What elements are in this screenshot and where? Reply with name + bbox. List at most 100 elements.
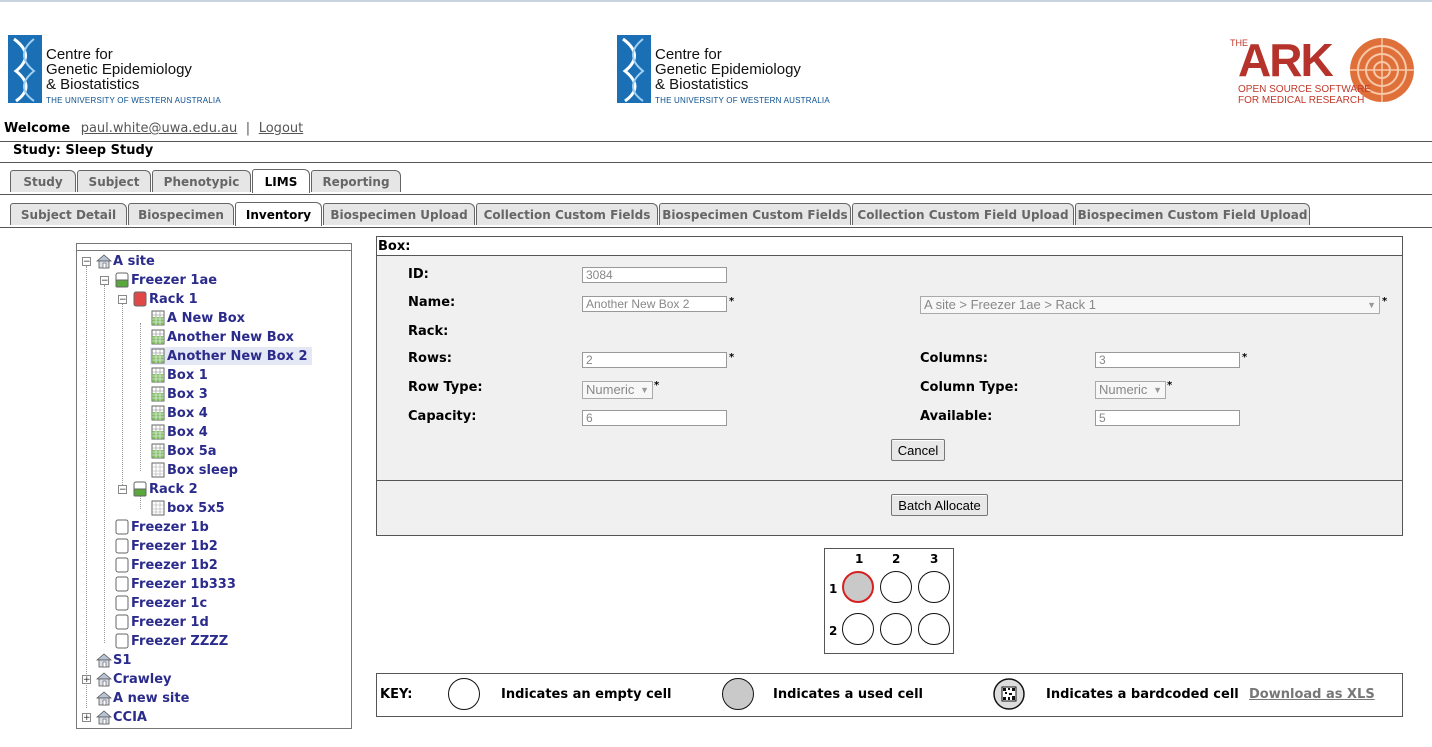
tab-collection-custom-fields[interactable]: Collection Custom Fields (476, 203, 658, 225)
tab-biospecimen-custom-fields[interactable]: Biospecimen Custom Fields (659, 203, 851, 225)
tree-node-box[interactable]: Box sleep (150, 461, 238, 479)
expand-toggle[interactable]: + (82, 713, 91, 723)
rows-field[interactable]: 2 (582, 352, 727, 368)
grid-cell-empty[interactable] (880, 613, 912, 645)
tree-node-freezer[interactable]: Freezer 1ae (114, 271, 217, 289)
available-field[interactable]: 5 (1095, 410, 1240, 426)
tree-node-freezer[interactable]: Freezer 1c (114, 594, 207, 612)
dna-logo-icon (617, 35, 651, 103)
tree-node-box[interactable]: Box 4 (150, 404, 208, 422)
tree-node-box-selected[interactable]: Another New Box 2 (150, 347, 312, 365)
tab-subject[interactable]: Subject (77, 170, 151, 192)
expand-toggle[interactable]: + (82, 675, 91, 685)
study-bar: Study: Sleep Study (0, 141, 1432, 163)
tab-biospecimen-upload[interactable]: Biospecimen Upload (323, 203, 475, 225)
freezer-icon (114, 538, 130, 554)
tree-node-box[interactable]: Another New Box (150, 328, 294, 346)
freezer-icon (114, 557, 130, 573)
tree-node-box[interactable]: box 5x5 (150, 499, 225, 517)
panel-title: Box: (378, 239, 411, 254)
required-marker: * (729, 296, 735, 307)
rack-label: Rack: (408, 324, 449, 339)
rack-select[interactable]: A site > Freezer 1ae > Rack 1 ▼ (920, 296, 1380, 314)
collapse-toggle[interactable]: − (100, 276, 109, 286)
tab-inventory[interactable]: Inventory (235, 202, 322, 226)
window-top-border (0, 0, 1432, 2)
key-empty-text: Indicates an empty cell (501, 687, 672, 702)
row-type-select[interactable]: Numeric ▼ (582, 381, 653, 399)
tree-node-box[interactable]: Box 1 (150, 366, 208, 384)
collapse-toggle[interactable]: − (118, 485, 127, 495)
tree-node-box[interactable]: A New Box (150, 309, 245, 327)
box-icon (150, 443, 166, 459)
columns-field[interactable]: 3 (1095, 352, 1240, 368)
column-label: 1 (855, 552, 864, 566)
box-icon (150, 329, 166, 345)
tree-node-site[interactable]: S1 (96, 651, 131, 669)
tab-phenotypic[interactable]: Phenotypic (152, 170, 251, 192)
tab-collection-custom-field-upload[interactable]: Collection Custom Field Upload (852, 203, 1074, 225)
tab-biospecimen-custom-field-upload[interactable]: Biospecimen Custom Field Upload (1075, 203, 1310, 225)
site-icon (96, 709, 112, 725)
tree-node-site[interactable]: A new site (96, 689, 189, 707)
user-email-link[interactable]: paul.white@uwa.edu.au (81, 121, 238, 136)
logo-line-2: Genetic Epidemiology (655, 61, 801, 78)
tree-node-box[interactable]: Box 3 (150, 385, 208, 403)
tab-subject-detail[interactable]: Subject Detail (10, 203, 127, 225)
tree-node-freezer[interactable]: Freezer ZZZZ (114, 632, 228, 650)
site-icon (96, 652, 112, 668)
tree-node-freezer[interactable]: Freezer 1b2 (114, 556, 218, 574)
tree-node-site[interactable]: CCIA (96, 708, 147, 726)
required-marker: * (1242, 352, 1248, 363)
capacity-label: Capacity: (408, 409, 477, 424)
capacity-field[interactable]: 6 (582, 410, 727, 426)
tree-node-freezer[interactable]: Freezer 1b333 (114, 575, 236, 593)
tab-biospecimen[interactable]: Biospecimen (128, 203, 234, 225)
batch-allocate-button[interactable]: Batch Allocate (891, 494, 988, 516)
row-label: 2 (829, 624, 838, 638)
tree-node-site[interactable]: Crawley (96, 670, 171, 688)
required-marker: * (1167, 380, 1173, 391)
column-label: 2 (892, 552, 901, 566)
collapse-toggle[interactable]: − (82, 257, 91, 267)
tree-node-freezer[interactable]: Freezer 1b2 (114, 537, 218, 555)
used-cell-icon (722, 678, 754, 710)
id-field[interactable]: 3084 (582, 267, 727, 283)
column-type-select[interactable]: Numeric ▼ (1095, 381, 1166, 399)
grid-cell-used[interactable] (842, 571, 874, 603)
box-icon (150, 386, 166, 402)
logo-line-1: Centre for (46, 46, 113, 63)
tree-node-box[interactable]: Box 4 (150, 423, 208, 441)
tree-node-rack[interactable]: Rack 1 (132, 290, 198, 308)
tree-node-box[interactable]: Box 5a (150, 442, 217, 460)
tree-node-site[interactable]: A site (96, 252, 155, 270)
tab-study[interactable]: Study (10, 170, 76, 192)
tab-reporting[interactable]: Reporting (311, 170, 401, 192)
grid-cell-empty[interactable] (880, 571, 912, 603)
rows-label: Rows: (408, 351, 452, 366)
download-xls-link[interactable]: Download as XLS (1249, 687, 1375, 702)
name-field[interactable]: Another New Box 2 (582, 296, 727, 312)
barcoded-cell-icon (993, 678, 1025, 710)
tree-node-rack[interactable]: Rack 2 (132, 480, 198, 498)
logout-link[interactable]: Logout (259, 121, 304, 136)
cancel-button[interactable]: Cancel (891, 439, 945, 461)
tree-node-freezer[interactable]: Freezer 1d (114, 613, 209, 631)
column-type-label: Column Type: (920, 380, 1019, 395)
cgeb-logo-left: Centre for Genetic Epidemiology & Biosta… (8, 35, 221, 105)
grid-cell-empty[interactable] (918, 613, 950, 645)
dna-logo-icon (8, 35, 42, 103)
tab-lims[interactable]: LIMS (252, 169, 310, 193)
freezer-icon (114, 576, 130, 592)
rack-icon (132, 481, 148, 497)
site-icon (96, 671, 112, 687)
collapse-toggle[interactable]: − (118, 295, 127, 305)
ark-sub-1: OPEN SOURCE SOFTWARE (1238, 84, 1371, 95)
tree-node-freezer[interactable]: Freezer 1b (114, 518, 209, 536)
grid-cell-empty[interactable] (918, 571, 950, 603)
freezer-icon (114, 633, 130, 649)
sub-tabs: Subject Detail Biospecimen Inventory Bio… (0, 202, 1432, 228)
legend-key: KEY: Indicates an empty cell Indicates a… (376, 673, 1403, 717)
logo-line-3: & Biostatistics (655, 76, 749, 93)
grid-cell-empty[interactable] (842, 613, 874, 645)
